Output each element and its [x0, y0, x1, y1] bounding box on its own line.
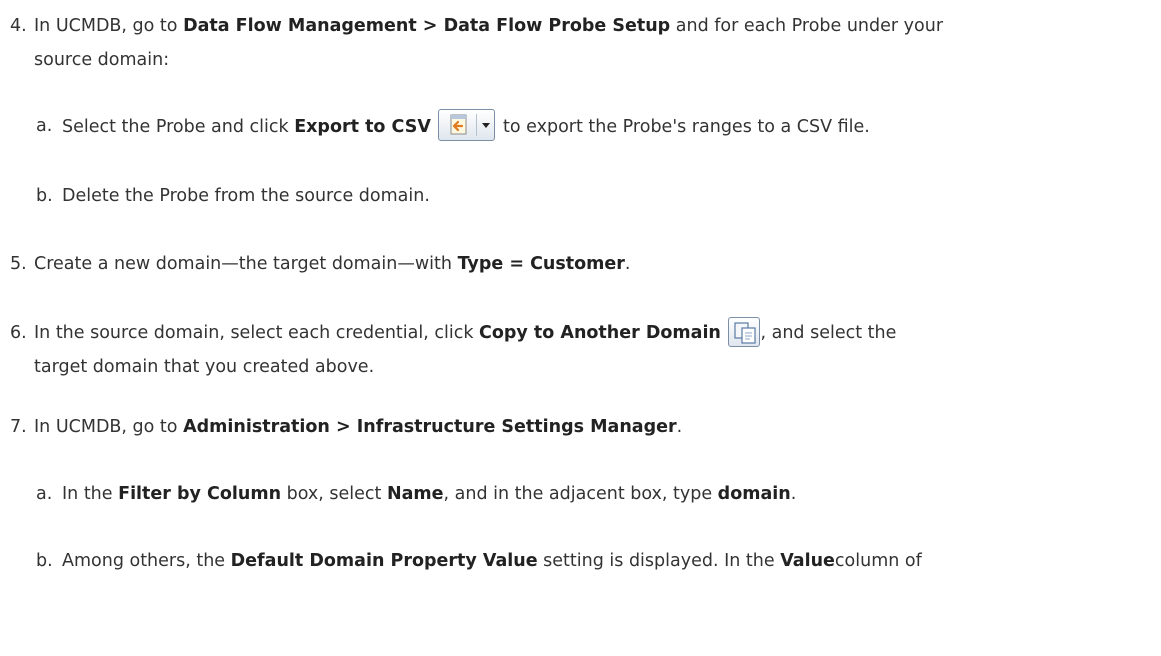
step-letter: a.	[36, 484, 53, 504]
chevron-down-icon[interactable]	[482, 123, 491, 128]
step-6: 6. In the source domain, select each cre…	[10, 313, 1160, 383]
copy-domain-label: Copy to Another Domain	[479, 323, 721, 343]
step-4-bold-path: Data Flow Management > Data Flow Probe S…	[183, 16, 671, 36]
step-6-line-2: target domain that you created above.	[34, 357, 375, 377]
step-letter: b.	[36, 551, 53, 571]
step-7: 7. In UCMDB, go to Administration > Infr…	[10, 410, 1160, 444]
step-4a-text-a: Select the Probe and click	[62, 117, 295, 137]
step-7a-text-c: , and in the adjacent box, type	[443, 484, 718, 504]
step-number: 5.	[10, 254, 27, 274]
document-arrow-icon	[450, 114, 467, 135]
step-4-line-2: source domain:	[34, 50, 170, 70]
step-number: 6.	[10, 323, 27, 343]
split-divider	[476, 114, 478, 136]
step-6-text-a: In the source domain, select each creden…	[34, 323, 480, 343]
step-7a-text-b: box, select	[281, 484, 387, 504]
step-5-text-a: Create a new domain—the target domain—wi…	[34, 254, 458, 274]
step-7b-text-b: setting is displayed. In the	[537, 551, 781, 571]
step-number: 4.	[10, 16, 27, 36]
value-label: Value	[780, 551, 835, 571]
step-7b-text-a: Among others, the	[62, 551, 231, 571]
step-4-text-a: In UCMDB, go to	[34, 16, 184, 36]
step-4b: b. Delete the Probe from the source doma…	[36, 179, 1136, 213]
export-csv-label: Export to CSV	[294, 117, 431, 137]
step-text: Delete the Probe from the source domain.	[62, 186, 430, 206]
filter-by-column-label: Filter by Column	[118, 484, 282, 504]
step-7-text-a: In UCMDB, go to	[34, 417, 184, 437]
step-7b: b. Among others, the Default Domain Prop…	[36, 544, 1156, 578]
copy-to-domain-icon[interactable]	[728, 317, 761, 347]
step-text: In the Filter by Column box, select Name…	[62, 477, 796, 511]
step-text: In the source domain, select each creden…	[34, 316, 896, 350]
step-text: Among others, the Default Domain Propert…	[62, 544, 922, 578]
step-7-bold-path: Administration > Infrastructure Settings…	[183, 417, 677, 437]
name-label: Name	[386, 484, 444, 504]
step-4a-text-b: to export the Probe's ranges to a CSV fi…	[497, 117, 870, 137]
step-7b-text-c: column of	[834, 551, 922, 571]
step-letter: b.	[36, 186, 53, 206]
step-text: In UCMDB, go to Administration > Infrast…	[34, 410, 682, 444]
step-number: 7.	[10, 417, 27, 437]
copy-pages-icon	[734, 322, 757, 344]
step-letter: a.	[36, 116, 53, 136]
step-4a: a. Select the Probe and click Export to …	[36, 106, 1136, 146]
step-text: Select the Probe and click Export to CSV…	[62, 109, 870, 144]
step-4: 4. In UCMDB, go to Data Flow Management …	[10, 9, 1160, 79]
step-7a-text-d: .	[790, 484, 797, 504]
step-text: In UCMDB, go to Data Flow Management > D…	[34, 9, 943, 43]
step-4-text-b: and for each Probe under your	[670, 16, 944, 36]
domain-label: domain	[717, 484, 791, 504]
step-7a: a. In the Filter by Column box, select N…	[36, 477, 1136, 511]
step-text: Create a new domain—the target domain—wi…	[34, 247, 631, 281]
step-5: 5. Create a new domain—the target domain…	[10, 247, 1160, 281]
step-5-text-b: .	[624, 254, 631, 274]
export-csv-icon[interactable]	[438, 109, 496, 141]
step-7-text-b: .	[676, 417, 683, 437]
step-7a-text-a: In the	[62, 484, 119, 504]
default-domain-label: Default Domain Property Value	[230, 551, 538, 571]
step-6-text-b: , and select the	[760, 323, 897, 343]
type-customer-label: Type = Customer	[457, 254, 625, 274]
